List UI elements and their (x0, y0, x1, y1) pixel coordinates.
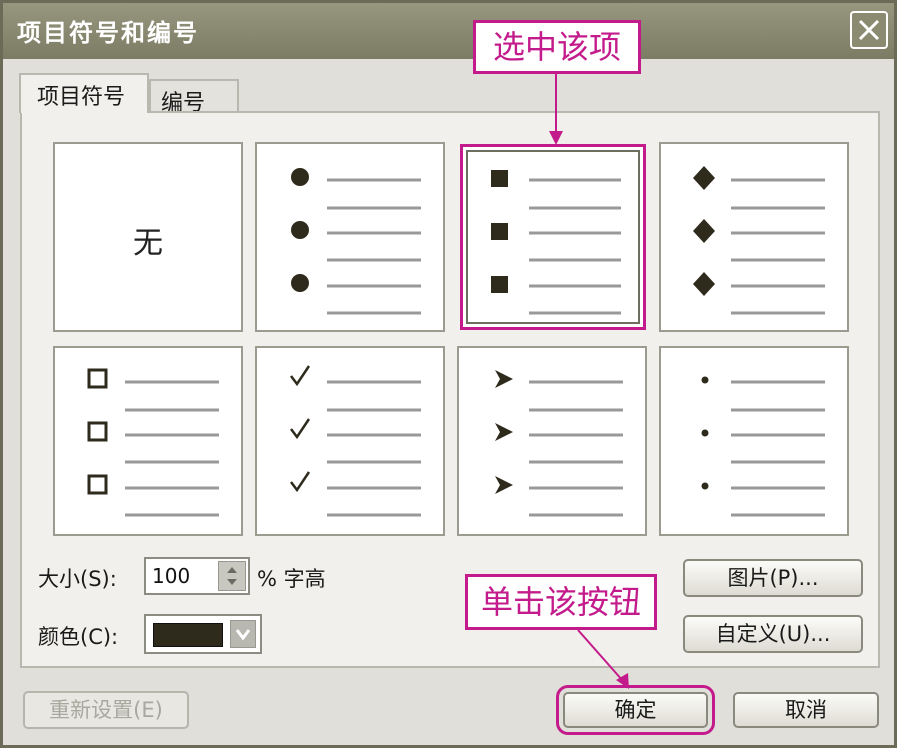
bullets-numbering-dialog: 项目符号和编号 编号 项目符号 无 大小(S): 100 % 字高 颜色(C):… (0, 0, 897, 748)
tab-bullets[interactable]: 项目符号 (19, 73, 149, 113)
arrow-down-icon (549, 131, 563, 145)
callout-arrows (549, 74, 629, 689)
